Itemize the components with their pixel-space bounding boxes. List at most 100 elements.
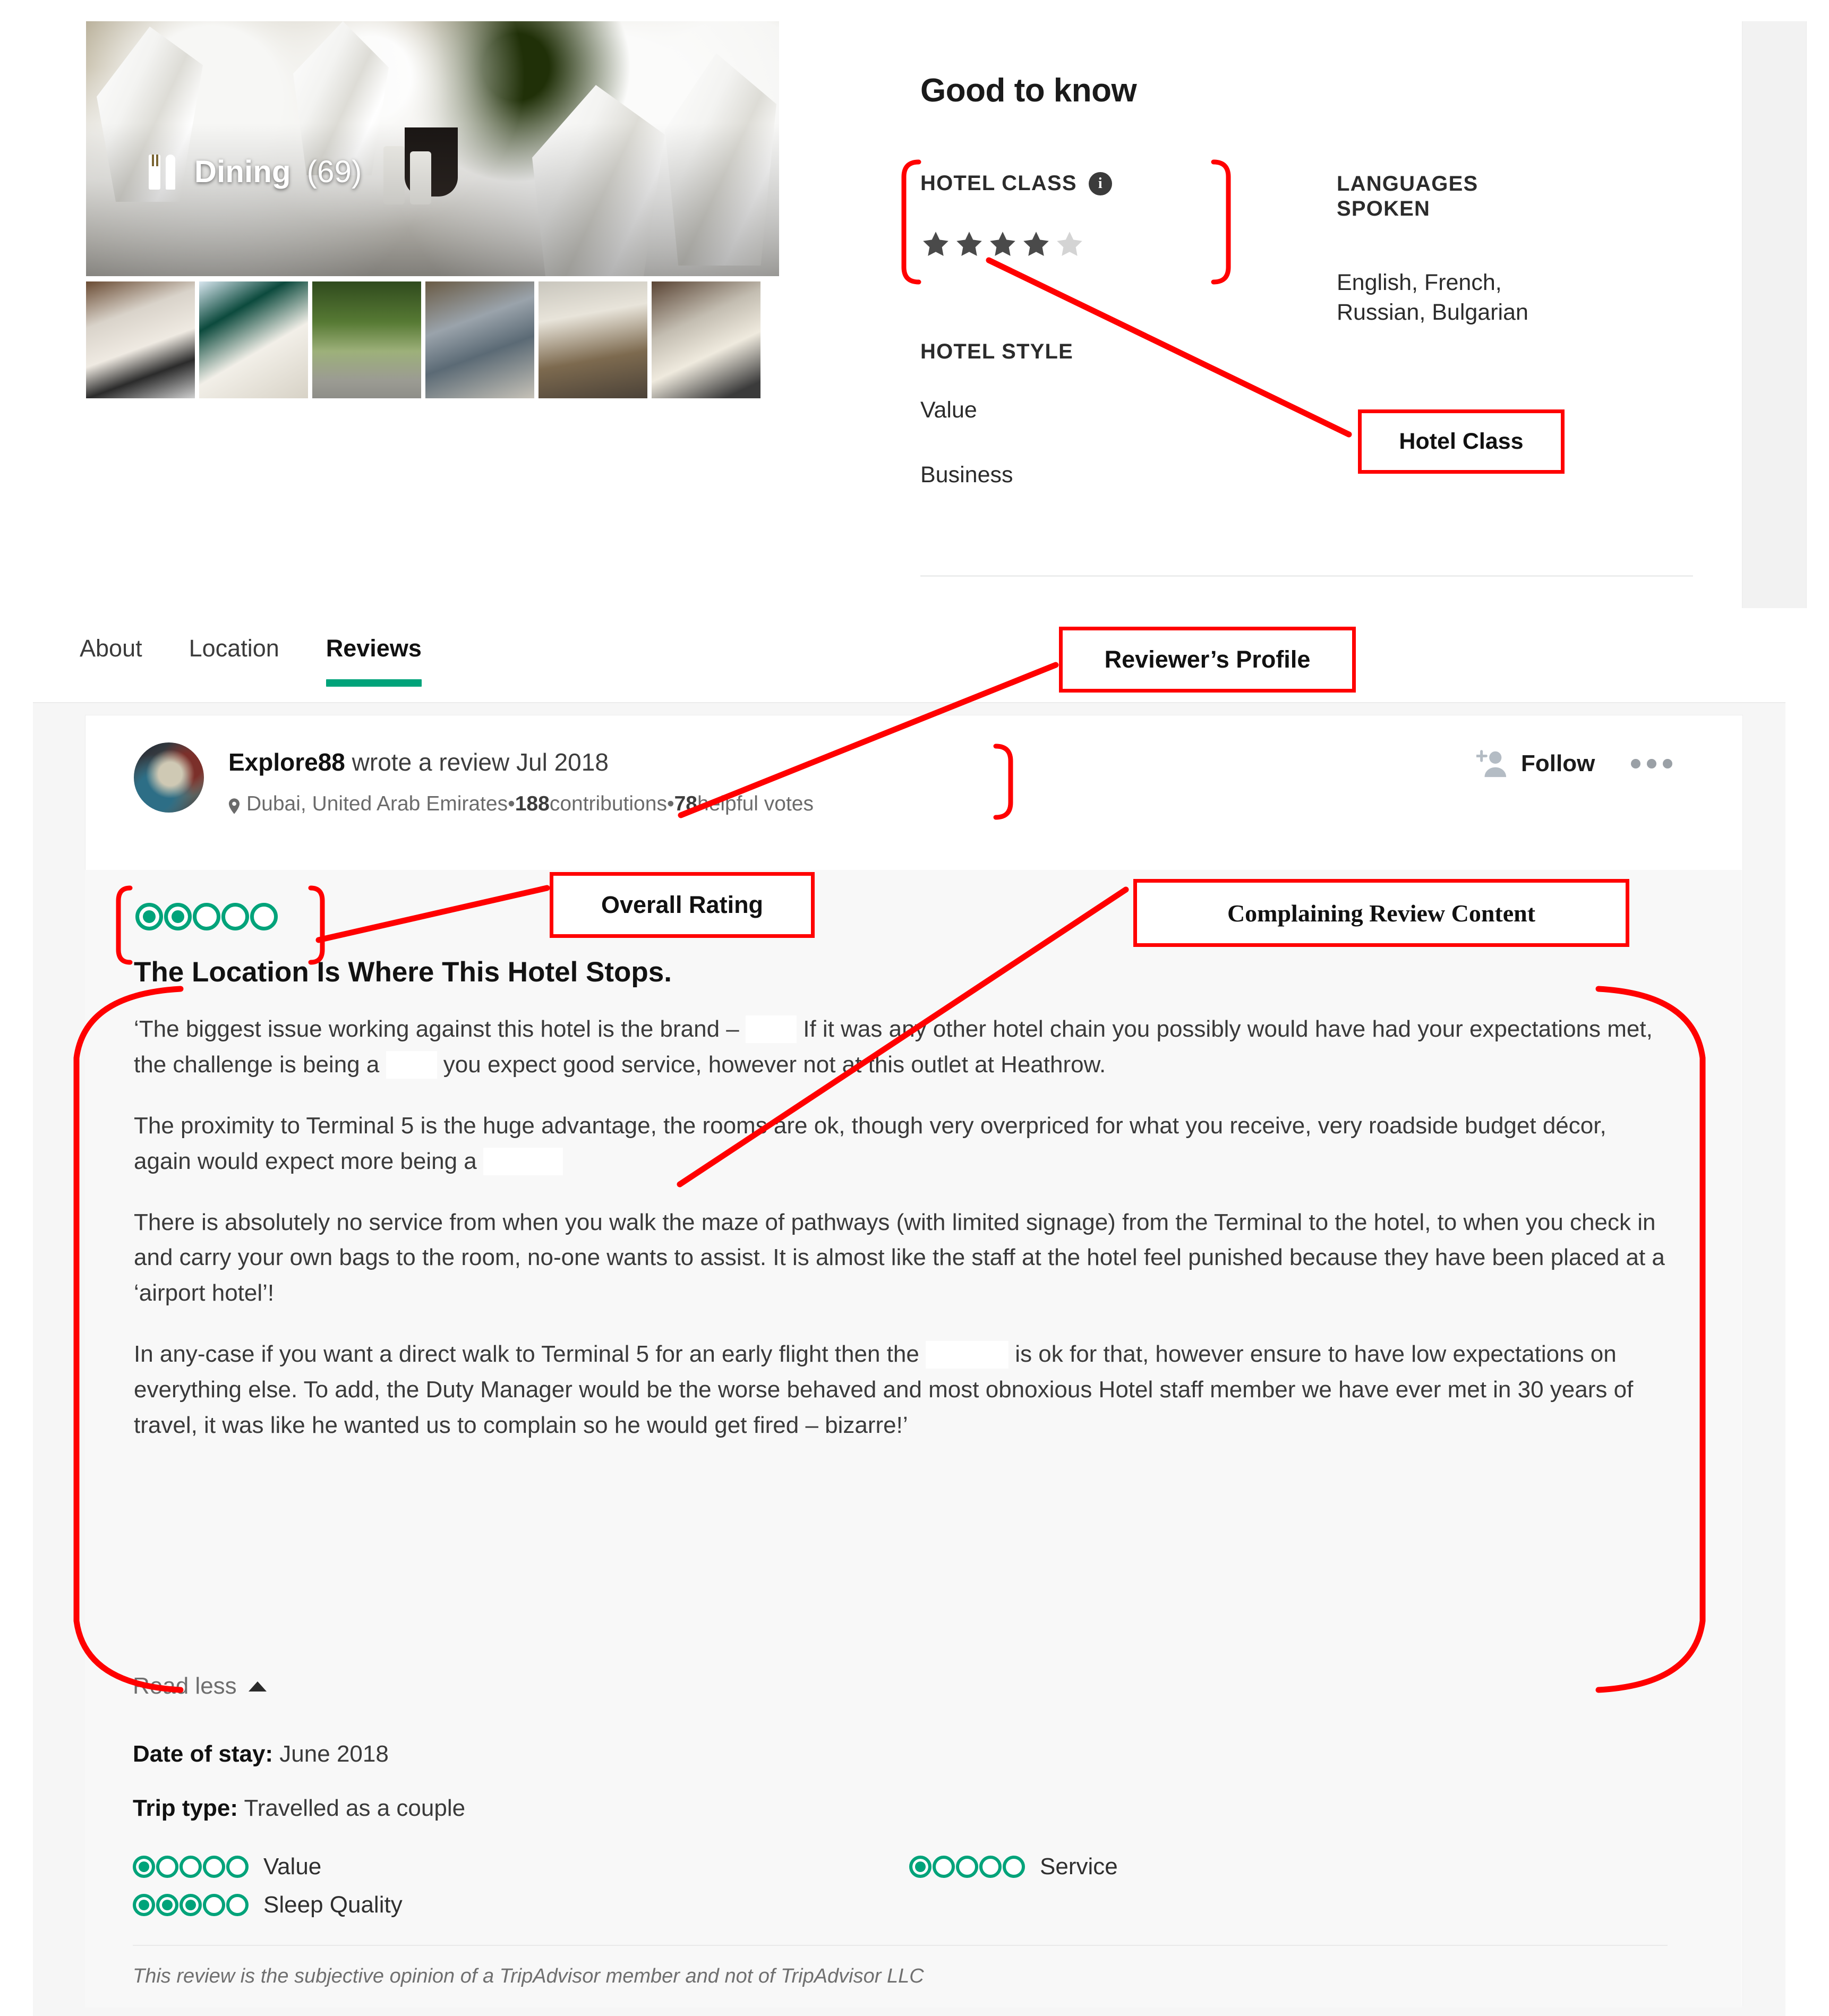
- rating-bubble: [180, 1856, 202, 1878]
- tab-about-label: About: [80, 635, 142, 662]
- avatar[interactable]: [134, 742, 204, 813]
- rating-bubble: [156, 1894, 178, 1916]
- gallery-hero-label-text: Dining: [194, 155, 291, 189]
- gallery-thumbnail-strip[interactable]: [86, 281, 779, 398]
- review-paragraph: ‘The biggest issue working against this …: [134, 1012, 1669, 1083]
- rating-bubble: [203, 1856, 225, 1878]
- ellipsis-icon[interactable]: [1631, 759, 1673, 768]
- date-of-stay: Date of stay: June 2018: [133, 1741, 389, 1767]
- review-paragraph: The proximity to Terminal 5 is the huge …: [134, 1108, 1669, 1180]
- reviewer-name[interactable]: Explore88: [228, 748, 345, 776]
- star-icon-filled: [956, 232, 982, 256]
- reviewer-location: Dubai, United Arab Emirates: [246, 792, 508, 815]
- tab-about[interactable]: About: [80, 635, 142, 687]
- annotation-complaining-review-content: Complaining Review Content: [1133, 879, 1629, 947]
- hotel-style-value-business: Business: [920, 462, 1013, 488]
- rating-bubble: [133, 1856, 155, 1878]
- info-icon[interactable]: i: [1088, 172, 1112, 195]
- review-text: ‘The biggest issue working against this …: [134, 1016, 746, 1042]
- review-paragraph: There is absolutely no service from when…: [134, 1205, 1669, 1312]
- review-body: ‘The biggest issue working against this …: [134, 1012, 1669, 1469]
- rating-bubble: [933, 1856, 955, 1878]
- annotation-label: Complaining Review Content: [1227, 899, 1536, 927]
- annotation-label: Hotel Class: [1399, 429, 1524, 454]
- annotation-label: Overall Rating: [601, 891, 764, 918]
- tab-location-label: Location: [189, 635, 279, 662]
- sub-rating-bubbles: [133, 1894, 249, 1916]
- rating-bubble: [133, 1894, 155, 1916]
- star-icon-filled: [1023, 232, 1049, 256]
- sub-rating-label: Sleep Quality: [263, 1892, 403, 1918]
- sub-rating-value: Value: [133, 1853, 321, 1880]
- good-to-know-heading: Good to know: [920, 72, 1137, 109]
- tab-location[interactable]: Location: [189, 635, 279, 687]
- add-person-icon: [1476, 750, 1507, 778]
- languages-value-line2: Russian, Bulgarian: [1337, 299, 1528, 325]
- sub-rating-sleep-quality: Sleep Quality: [133, 1892, 403, 1918]
- helpful-votes-count: 78: [674, 792, 697, 815]
- languages-value-line1: English, French,: [1337, 270, 1502, 295]
- sub-rating-service: Service: [909, 1853, 1118, 1880]
- review-text: In any-case if you want a direct walk to…: [134, 1341, 926, 1368]
- hotel-style-label: HOTEL STYLE: [920, 340, 1074, 363]
- star-icon-filled: [990, 232, 1015, 256]
- redacted-block: [746, 1015, 797, 1044]
- languages-spoken-label: LANGUAGES SPOKEN: [1337, 172, 1478, 221]
- meta-separator-2: •: [666, 792, 674, 815]
- helpful-votes-label: helpful votes: [697, 792, 814, 815]
- rating-bubble: [221, 903, 249, 930]
- hotel-class-label: HOTEL CLASS: [920, 172, 1077, 195]
- reviewer-name-line[interactable]: Explore88 wrote a review Jul 2018: [228, 748, 609, 776]
- contributions-label: contributions: [549, 792, 667, 815]
- photo-gallery[interactable]: Dining (69): [86, 21, 779, 398]
- review-action-text: wrote a review Jul 2018: [345, 748, 609, 776]
- gallery-hero-count: (69): [306, 155, 362, 189]
- review-footer-divider: [133, 1945, 1668, 1946]
- rating-bubble: [193, 903, 220, 930]
- tab-active-indicator: [326, 679, 422, 687]
- annotation-reviewer-profile: Reviewer’s Profile: [1059, 627, 1356, 693]
- follow-button[interactable]: Follow: [1521, 750, 1595, 777]
- rating-bubble: [226, 1856, 249, 1878]
- tab-reviews-label: Reviews: [326, 635, 422, 662]
- languages-spoken-value: English, French, Russian, Bulgarian: [1337, 268, 1528, 328]
- review-disclaimer: This review is the subjective opinion of…: [133, 1965, 924, 1987]
- reviewer-meta: Dubai, United Arab Emirates • 188 contri…: [228, 792, 814, 816]
- gallery-thumbnail[interactable]: [199, 281, 308, 398]
- rating-bubble: [180, 1894, 202, 1916]
- sub-rating-label: Value: [263, 1853, 322, 1880]
- gallery-hero-label: Dining (69): [149, 154, 362, 190]
- rating-bubble: [909, 1856, 931, 1878]
- section-divider: [920, 575, 1693, 577]
- rating-bubble: [164, 903, 192, 930]
- tab-reviews[interactable]: Reviews: [326, 635, 422, 687]
- read-less-label: Read less: [133, 1673, 237, 1699]
- chevron-up-icon: [248, 1681, 267, 1692]
- languages-label-line2: SPOKEN: [1337, 197, 1431, 221]
- review-title[interactable]: The Location Is Where This Hotel Stops.: [134, 956, 672, 988]
- tab-bar[interactable]: About Location Reviews: [80, 635, 422, 687]
- annotation-overall-rating: Overall Rating: [550, 872, 815, 938]
- gallery-thumbnail[interactable]: [425, 281, 534, 398]
- sub-rating-bubbles: [133, 1856, 249, 1878]
- review-text: The proximity to Terminal 5 is the huge …: [134, 1112, 1606, 1174]
- contributions-count: 188: [515, 792, 550, 815]
- trip-type-value: Travelled as a couple: [238, 1795, 466, 1821]
- sub-rating-label: Service: [1040, 1853, 1118, 1880]
- gallery-thumbnail[interactable]: [86, 281, 195, 398]
- rating-bubble: [135, 903, 163, 930]
- gallery-thumbnail[interactable]: [652, 281, 760, 398]
- overall-rating-bubbles: [135, 903, 278, 930]
- gallery-hero-image[interactable]: Dining (69): [86, 21, 779, 276]
- redacted-block: [926, 1340, 1009, 1369]
- gallery-thumbnail[interactable]: [312, 281, 421, 398]
- gallery-thumbnail[interactable]: [539, 281, 647, 398]
- redacted-block: [483, 1148, 563, 1175]
- follow-control[interactable]: Follow: [1476, 749, 1673, 779]
- trip-type: Trip type: Travelled as a couple: [133, 1795, 465, 1822]
- redacted-block: [386, 1051, 437, 1079]
- right-sidebar-rail: [1742, 21, 1807, 608]
- read-less-button[interactable]: Read less: [133, 1673, 267, 1699]
- hotel-class-stars: [920, 229, 1085, 259]
- review-paragraph: In any-case if you want a direct walk to…: [134, 1337, 1669, 1443]
